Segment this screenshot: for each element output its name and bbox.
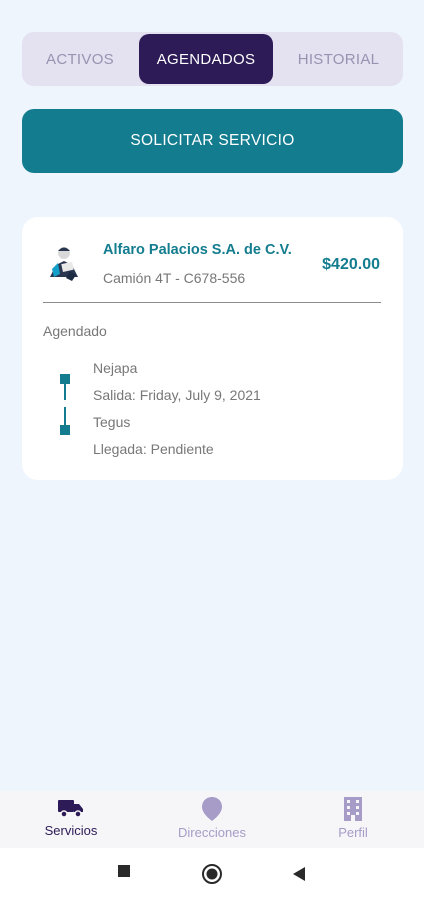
request-service-button[interactable]: SOLICITAR SERVICIO bbox=[22, 109, 403, 173]
nav-direcciones[interactable]: Direcciones bbox=[172, 796, 252, 840]
tab-agendados[interactable]: AGENDADOS bbox=[139, 34, 273, 84]
tab-historial[interactable]: HISTORIAL bbox=[276, 34, 401, 84]
back-icon[interactable] bbox=[292, 866, 306, 882]
route-destination: Tegus bbox=[93, 414, 131, 430]
home-icon[interactable] bbox=[201, 863, 223, 885]
route-timeline-icon bbox=[60, 374, 70, 435]
nav-perfil[interactable]: Perfil bbox=[323, 796, 383, 840]
location-pin-icon bbox=[202, 797, 222, 821]
vehicle-info: Camión 4T - C678-556 bbox=[103, 270, 246, 286]
system-navigation-bar bbox=[0, 848, 424, 900]
route-departure: Salida: Friday, July 9, 2021 bbox=[93, 387, 261, 403]
driver-avatar-icon bbox=[44, 243, 84, 283]
truck-icon bbox=[58, 800, 83, 818]
nav-servicios[interactable]: Servicios bbox=[36, 796, 106, 838]
recents-icon[interactable] bbox=[117, 864, 131, 878]
route-arrival: Llegada: Pendiente bbox=[93, 441, 214, 457]
nav-perfil-label: Perfil bbox=[338, 825, 368, 840]
service-price: $420.00 bbox=[322, 256, 380, 273]
service-card[interactable]: Alfaro Palacios S.A. de C.V. Camión 4T -… bbox=[22, 217, 403, 480]
nav-servicios-label: Servicios bbox=[44, 823, 98, 838]
card-divider bbox=[43, 302, 381, 303]
bottom-navigation: Servicios Direcciones Perfil bbox=[0, 791, 424, 848]
route-origin: Nejapa bbox=[93, 360, 138, 376]
building-icon bbox=[344, 797, 362, 821]
nav-direcciones-label: Direcciones bbox=[178, 825, 246, 840]
service-status: Agendado bbox=[43, 323, 107, 339]
company-name: Alfaro Palacios S.A. de C.V. bbox=[103, 242, 292, 258]
status-tabs: ACTIVOS AGENDADOS HISTORIAL bbox=[22, 32, 403, 86]
tab-activos[interactable]: ACTIVOS bbox=[24, 34, 136, 84]
